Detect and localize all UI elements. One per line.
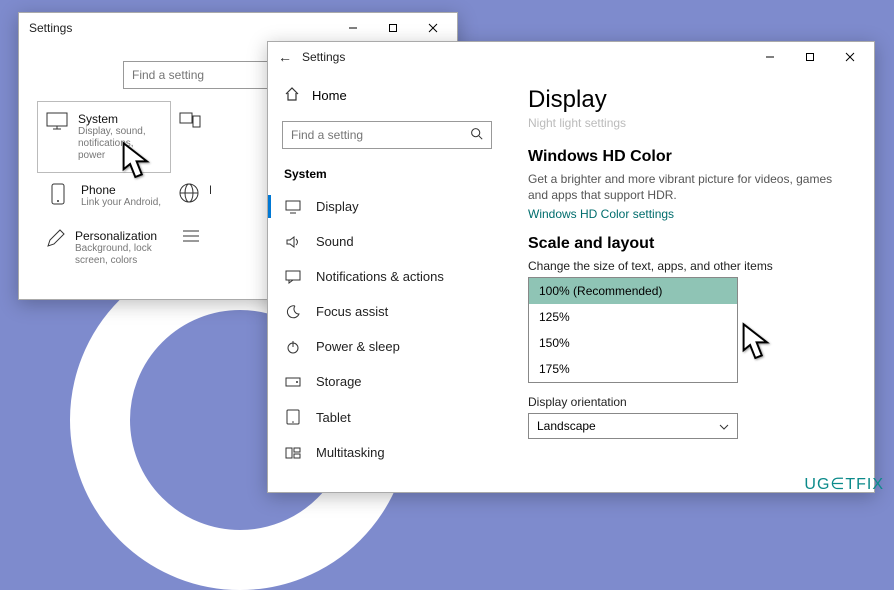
sidebar: Home System Display Sound Notifications (268, 72, 506, 492)
sidebar-item-power-sleep[interactable]: Power & sleep (268, 329, 506, 364)
watermark: UG∈TFIX (804, 474, 884, 494)
back-button[interactable]: ← (278, 49, 292, 65)
minimize-button[interactable] (750, 42, 790, 72)
tile-desc: Display, sound, notifications, power (78, 126, 162, 162)
apps-icon (179, 229, 203, 267)
sidebar-item-display[interactable]: Display (268, 189, 506, 224)
tile-network[interactable]: N (171, 173, 211, 219)
close-button[interactable] (830, 42, 870, 72)
sidebar-item-storage[interactable]: Storage (268, 364, 506, 399)
multitask-icon (284, 447, 302, 459)
orientation-label: Display orientation (528, 395, 852, 409)
sidebar-item-tablet[interactable]: Tablet (268, 399, 506, 435)
search-icon (470, 127, 483, 143)
hd-color-desc: Get a brighter and more vibrant picture … (528, 172, 852, 203)
tile-personalization[interactable]: Personalization Background, lock screen,… (37, 219, 171, 277)
sidebar-item-sound[interactable]: Sound (268, 224, 506, 259)
window-title: Settings (29, 21, 333, 35)
orientation-value: Landscape (537, 419, 596, 433)
tablet-icon (284, 409, 302, 425)
storage-icon (284, 377, 302, 387)
tile-devices[interactable]: DE (171, 101, 211, 173)
scale-option-100[interactable]: 100% (Recommended) (529, 278, 737, 304)
titlebar: Settings (19, 13, 457, 43)
window-controls (750, 42, 870, 72)
sidebar-home[interactable]: Home (268, 78, 506, 113)
monitor-icon (284, 200, 302, 214)
settings-display-window: ← Settings Home System Display (267, 41, 875, 493)
sidebar-item-label: Storage (316, 374, 362, 389)
scale-option-125[interactable]: 125% (529, 304, 737, 330)
tile-desc: Link your Android, (81, 197, 161, 209)
hd-color-heading: Windows HD Color (528, 148, 852, 166)
sidebar-item-focus-assist[interactable]: Focus assist (268, 294, 506, 329)
phone-icon (45, 183, 71, 209)
scale-option-175[interactable]: 175% (529, 356, 737, 382)
sidebar-item-notifications[interactable]: Notifications & actions (268, 259, 506, 294)
scale-option-150[interactable]: 150% (529, 330, 737, 356)
search-field[interactable] (291, 128, 470, 142)
moon-icon (284, 305, 302, 319)
scale-heading: Scale and layout (528, 235, 852, 253)
chevron-down-icon (719, 419, 729, 433)
chat-icon (284, 270, 302, 284)
close-button[interactable] (413, 13, 453, 43)
tile-apps[interactable] (171, 219, 211, 277)
home-label: Home (312, 88, 347, 103)
scale-label: Change the size of text, apps, and other… (528, 259, 852, 273)
home-icon (284, 86, 300, 105)
monitor-icon (46, 112, 68, 162)
power-icon (284, 340, 302, 354)
minimize-button[interactable] (333, 13, 373, 43)
tile-title: Phone (81, 183, 161, 197)
scale-dropdown[interactable]: 100% (Recommended) 125% 150% 175% (528, 277, 738, 383)
window-controls (333, 13, 453, 43)
devices-icon (179, 111, 201, 163)
tile-title: System (78, 112, 162, 126)
sidebar-item-label: Notifications & actions (316, 269, 444, 284)
sidebar-item-label: Focus assist (316, 304, 388, 319)
tile-desc: Background, lock screen, colors (75, 243, 163, 267)
sidebar-item-multitasking[interactable]: Multitasking (268, 435, 506, 470)
sidebar-item-label: Display (316, 199, 359, 214)
tile-system[interactable]: System Display, sound, notifications, po… (37, 101, 171, 173)
sidebar-item-label: Tablet (316, 410, 351, 425)
sidebar-heading: System (268, 161, 506, 189)
sidebar-item-label: Power & sleep (316, 339, 400, 354)
globe-icon (179, 183, 199, 209)
titlebar: ← Settings (268, 42, 874, 72)
night-light-link[interactable]: Night light settings (528, 116, 852, 130)
orientation-select[interactable]: Landscape (528, 413, 738, 439)
sound-icon (284, 235, 302, 249)
maximize-button[interactable] (790, 42, 830, 72)
content-pane: Display Night light settings Windows HD … (506, 72, 874, 492)
pen-icon (45, 229, 65, 267)
sidebar-search[interactable] (282, 121, 492, 149)
tile-phone[interactable]: Phone Link your Android, (37, 173, 171, 219)
sidebar-item-label: Multitasking (316, 445, 385, 460)
maximize-button[interactable] (373, 13, 413, 43)
tile-title: Personalization (75, 229, 163, 243)
page-title: Display (528, 86, 852, 114)
window-title: Settings (302, 50, 750, 64)
sidebar-item-label: Sound (316, 234, 354, 249)
hd-color-link[interactable]: Windows HD Color settings (528, 207, 852, 221)
